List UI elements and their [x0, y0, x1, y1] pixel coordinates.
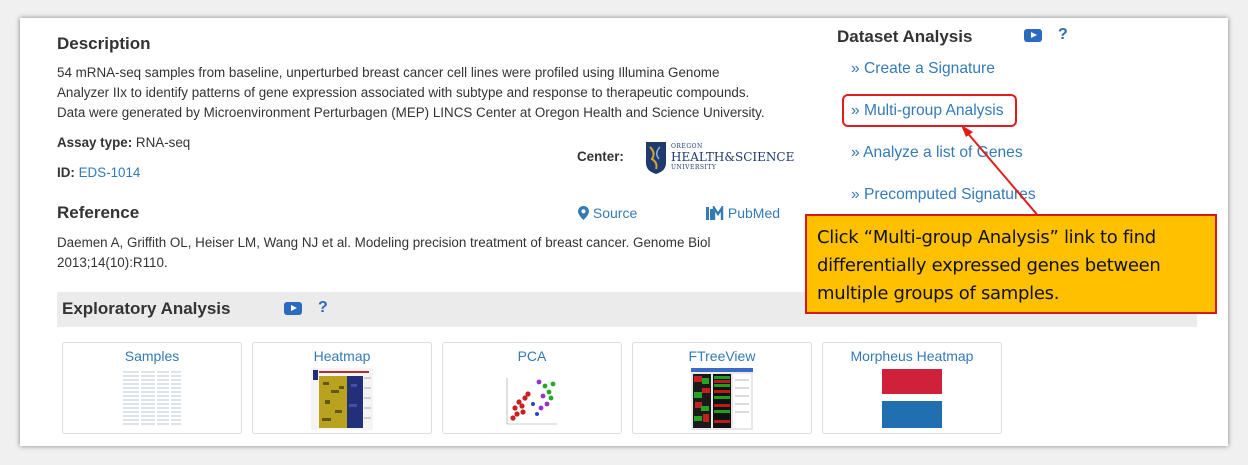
morpheus-logo — [882, 369, 942, 428]
pubmed-icon — [706, 204, 724, 220]
assay-type-value: RNA-seq — [135, 135, 191, 150]
heatmap-card[interactable]: Heatmap — [252, 342, 432, 434]
pubmed-link-label[interactable]: PubMed — [728, 205, 780, 221]
pca-card[interactable]: PCA — [442, 342, 622, 434]
dataset-id-label: ID: — [57, 165, 75, 180]
morpheus-heatmap-card[interactable]: Morpheus Heatmap — [822, 342, 1002, 434]
description-line: Data were generated by Microenvironment … — [57, 105, 765, 120]
ftreeview-thumbnail — [691, 368, 753, 430]
help-icon[interactable]: ? — [1058, 26, 1068, 44]
assay-type-label: Assay type: — [57, 135, 133, 150]
card-title[interactable]: Morpheus Heatmap — [823, 348, 1001, 364]
youtube-video-icon[interactable] — [1024, 29, 1042, 42]
card-title[interactable]: Heatmap — [253, 348, 431, 364]
dataset-analysis-heading: Dataset Analysis — [837, 27, 973, 46]
precomputed-signatures-link[interactable]: » Precomputed Signatures — [851, 186, 1036, 204]
highlight-box — [842, 94, 1017, 127]
create-signature-link[interactable]: » Create a Signature — [851, 60, 995, 78]
analyze-genes-link[interactable]: » Analyze a list of Genes — [851, 144, 1023, 162]
center-label-text: Center: — [577, 149, 624, 164]
source-link-label[interactable]: Source — [593, 205, 637, 221]
card-title[interactable]: Samples — [63, 348, 241, 364]
reference-heading: Reference — [57, 203, 140, 222]
logo-line: OREGON — [671, 143, 703, 150]
description-text: 54 mRNA-seq samples from baseline, unper… — [57, 63, 817, 123]
ohsu-logo[interactable]: OREGON HEALTH&SCIENCE UNIVERSITY — [645, 141, 794, 177]
description-heading: Description — [57, 34, 151, 53]
ftreeview-card[interactable]: FTreeView — [632, 342, 812, 434]
exploratory-analysis-heading: Exploratory Analysis — [62, 299, 231, 318]
description-line: 54 mRNA-seq samples from baseline, unper… — [57, 65, 720, 80]
dataset-id: ID: EDS-1014 — [57, 165, 140, 180]
ohsu-shield-icon — [646, 142, 666, 174]
card-title[interactable]: PCA — [443, 348, 621, 364]
dataset-id-link[interactable]: EDS-1014 — [79, 165, 141, 180]
logo-line: UNIVERSITY — [671, 164, 717, 171]
reference-citation: Daemen A, Griffith OL, Heiser LM, Wang N… — [57, 233, 797, 273]
description-line: Analyzer IIx to identify patterns of gen… — [57, 85, 750, 100]
card-title[interactable]: FTreeView — [633, 348, 811, 364]
page-frame: Description 54 mRNA-seq samples from bas… — [20, 18, 1228, 446]
center-label: Center: — [577, 149, 624, 164]
instruction-callout: Click “Multi-group Analysis” link to fin… — [805, 214, 1217, 314]
samples-table-thumbnail — [121, 368, 183, 430]
citation-line: 2013;14(10):R110. — [57, 255, 168, 270]
source-link[interactable]: Source — [578, 205, 637, 221]
heatmap-thumbnail — [311, 368, 373, 430]
citation-line: Daemen A, Griffith OL, Heiser LM, Wang N… — [57, 235, 711, 250]
pca-thumbnail — [501, 368, 563, 430]
samples-card[interactable]: Samples — [62, 342, 242, 434]
youtube-video-icon[interactable] — [284, 302, 302, 315]
logo-line: HEALTH&SCIENCE — [671, 150, 795, 164]
help-icon[interactable]: ? — [318, 299, 328, 317]
pubmed-link[interactable]: PubMed — [706, 204, 780, 221]
map-marker-icon — [578, 206, 589, 220]
assay-type: Assay type: RNA-seq — [57, 135, 190, 150]
